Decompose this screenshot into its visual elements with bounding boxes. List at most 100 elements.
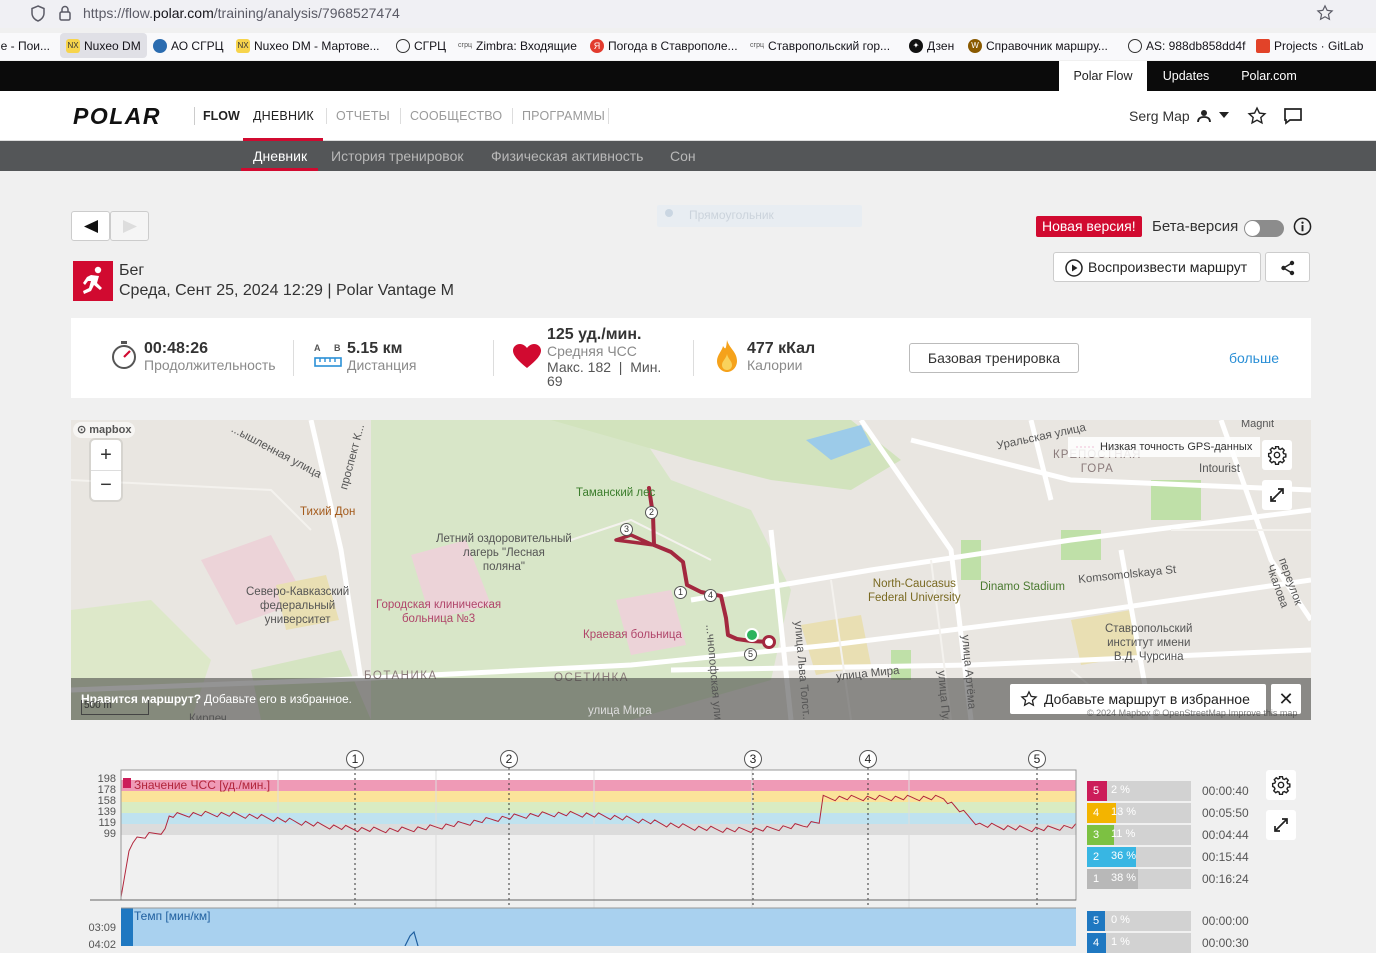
bookmark-item[interactable]: NX Nuxeo DM - Мартове... [236, 39, 380, 53]
updates-link[interactable]: Updates [1150, 61, 1222, 91]
subnav-activity[interactable]: Физическая активность [491, 148, 643, 164]
zone-percent: 1 % [1111, 936, 1130, 948]
dzen-icon: ✦ [909, 39, 923, 53]
star-icon[interactable] [1247, 106, 1267, 126]
map-label: Intourist [1199, 463, 1240, 475]
bookmark-item[interactable]: Projects · GitLab [1256, 39, 1363, 53]
zone-number: 5 [1087, 781, 1105, 801]
hr-min-max: Макс. 182 | Мин. [547, 359, 662, 375]
chart-fullscreen-button[interactable] [1266, 810, 1296, 840]
map-attribution[interactable]: © 2024 Mapbox © OpenStreetMap Improve th… [1087, 708, 1311, 720]
lap-marker[interactable]: 1 [674, 586, 687, 599]
bookmark-item[interactable]: le - Пои... [0, 39, 50, 53]
mapbox-logo[interactable]: ⊙ mapbox [73, 422, 136, 438]
start-marker[interactable] [745, 628, 759, 642]
divider [293, 340, 294, 376]
lap-marker[interactable]: 4 [704, 589, 717, 602]
bookmark-item[interactable]: сгрц Zimbra: Входящие [458, 39, 577, 53]
nav-diary[interactable]: ДНЕВНИК [253, 109, 314, 123]
replay-route-button[interactable]: Воспроизвести маршрут [1053, 252, 1261, 282]
user-icon[interactable] [1197, 109, 1211, 123]
url-field[interactable]: https://flow.polar.com/training/analysis… [83, 5, 400, 21]
bookmark-item[interactable]: Я Погода в Ставрополе... [590, 39, 738, 53]
bookmark-item[interactable]: ✦ Дзен [909, 39, 954, 53]
hr-legend-swatch [123, 778, 131, 788]
hr-zone-3[interactable]: 3 11 % [1087, 825, 1191, 845]
nav-programs[interactable]: ПРОГРАММЫ [522, 109, 605, 123]
subnav-sleep[interactable]: Сон [670, 148, 696, 164]
pace-zone-4[interactable]: 4 1 % [1087, 933, 1191, 953]
divider [194, 107, 195, 125]
zone-bar [1105, 933, 1106, 953]
zone-number: 1 [1087, 869, 1105, 889]
lap-marker[interactable]: 3 [620, 523, 633, 536]
bookmark-item[interactable]: W Справочник маршру... [968, 39, 1108, 53]
star-bookmark-icon[interactable] [1316, 4, 1334, 22]
hr-zone-4[interactable]: 4 13 % [1087, 803, 1191, 823]
nav-community[interactable]: СООБЩЕСТВО [410, 109, 502, 123]
bookmark-item[interactable]: сгрц Ставропольский гор... [750, 39, 890, 53]
lock-icon[interactable] [58, 5, 72, 21]
zone-percent: 38 % [1111, 872, 1137, 884]
new-version-badge[interactable]: Новая версия! [1036, 216, 1142, 237]
shield-icon[interactable] [30, 5, 46, 22]
url-path: /training/analysis/7968527474 [213, 5, 400, 21]
pace-zone-5[interactable]: 5 0 % [1087, 911, 1191, 931]
lap-badge[interactable]: 3 [744, 750, 762, 768]
zone-percent: 36 % [1111, 850, 1137, 862]
lap-badge[interactable]: 5 [1028, 750, 1046, 768]
info-icon[interactable] [1293, 217, 1312, 236]
bookmark-item[interactable]: NX Nuxeo DM [60, 33, 147, 58]
chevron-down-icon[interactable] [1219, 112, 1229, 118]
gear-icon [1271, 775, 1291, 795]
lap-badge[interactable]: 1 [346, 750, 364, 768]
next-button[interactable] [110, 211, 149, 241]
zoom-in-button[interactable]: + [91, 440, 121, 470]
subnav-diary[interactable]: Дневник [253, 148, 307, 164]
lap-badge[interactable]: 2 [500, 750, 518, 768]
w-icon: W [968, 39, 982, 53]
lap-marker[interactable]: 5 [744, 648, 757, 661]
message-icon[interactable] [1283, 107, 1303, 125]
bookmark-label: AS: 988db858dd4f [1146, 39, 1246, 53]
map-label: Городская клиническая больница №3 [376, 599, 502, 625]
sgrc-icon [153, 39, 167, 53]
lap-marker[interactable]: 2 [645, 506, 658, 519]
chart-settings-button[interactable] [1266, 770, 1296, 800]
map-fullscreen-button[interactable] [1262, 480, 1292, 510]
bookmark-item[interactable]: СГРЦ [396, 39, 446, 53]
hr-zone-5[interactable]: 5 2 % [1087, 781, 1191, 801]
map-label: Тихий Дон [300, 506, 356, 518]
lap-badge[interactable]: 4 [859, 750, 877, 768]
bookmark-label: Ставропольский гор... [768, 39, 891, 53]
hr-zone-1[interactable]: 1 38 % [1087, 869, 1191, 889]
zoom-controls: + − [91, 440, 121, 500]
subnav-history[interactable]: История тренировок [331, 148, 463, 164]
map-settings-button[interactable] [1262, 440, 1292, 470]
yandex-icon: Я [590, 39, 604, 53]
training-type-button[interactable]: Базовая тренировка [909, 343, 1079, 373]
gps-legend: Низкая точность GPS-данных [1068, 437, 1261, 457]
heart-icon [513, 344, 541, 368]
distance-icon-a: A [314, 343, 321, 353]
finish-marker[interactable] [762, 635, 776, 649]
polar-com-link[interactable]: Polar.com [1230, 61, 1308, 91]
bookmark-item[interactable]: AS: 988db858dd4f [1128, 39, 1245, 53]
more-link[interactable]: больше [1229, 350, 1279, 366]
prev-button[interactable] [71, 211, 110, 241]
beta-toggle[interactable] [1244, 220, 1284, 237]
training-type-label: Базовая тренировка [927, 350, 1061, 366]
hr-zone-band [121, 791, 1076, 802]
arrow-left-icon [84, 220, 98, 233]
zoom-out-button[interactable]: − [91, 470, 121, 500]
nav-reports[interactable]: ОТЧЕТЫ [336, 109, 390, 123]
share-button[interactable] [1265, 252, 1310, 282]
bookmark-item[interactable]: АО СГРЦ [153, 39, 223, 53]
nuxeo-icon: NX [66, 38, 80, 53]
polar-logo[interactable]: POLAR [73, 103, 161, 130]
hr-zone-2[interactable]: 2 36 % [1087, 847, 1191, 867]
route-map[interactable]: ⊙ mapbox Magnit Уральская улица КРЕПОСТН… [71, 420, 1311, 720]
polar-flow-link[interactable]: Polar Flow [1059, 61, 1147, 91]
user-name[interactable]: Serg Map [1129, 108, 1190, 124]
divider [493, 340, 494, 376]
